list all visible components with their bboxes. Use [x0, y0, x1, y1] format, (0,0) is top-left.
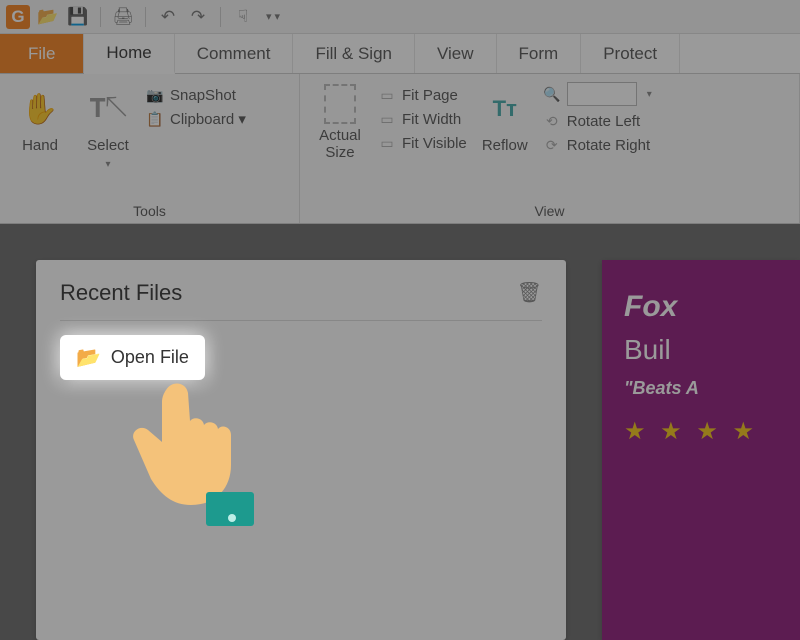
actual-size-label: Actual Size — [319, 128, 361, 161]
app-logo-icon[interactable]: G — [6, 5, 30, 29]
fit-width-icon: ▭ — [378, 110, 396, 128]
tab-comment[interactable]: Comment — [175, 34, 294, 73]
actual-size-button[interactable]: Actual Size — [310, 80, 370, 161]
zoom-dropdown[interactable]: 🔍▾ — [543, 82, 652, 106]
rotate-left-icon: ⟲ — [543, 112, 561, 130]
open-file-label: Open File — [111, 347, 189, 368]
ribbon-tabs: File Home Comment Fill & Sign View Form … — [0, 34, 800, 74]
ribbon: ✋ Hand 𝐓↖ Select▾ 📷 SnapShot 📋 Clipboard ▾… — [0, 74, 800, 224]
fit-page-button[interactable]: ▭ Fit Page — [378, 86, 467, 104]
tab-protect[interactable]: Protect — [581, 34, 680, 73]
camera-icon: 📷 — [146, 86, 164, 104]
recent-files-title: Recent Files — [60, 280, 542, 306]
snapshot-label: SnapShot — [170, 87, 236, 104]
reflow-button[interactable]: Tᴛ Reflow — [475, 80, 535, 155]
rotate-right-icon: ⟳ — [543, 136, 561, 154]
clear-recent-button[interactable]: 🗑 — [517, 280, 542, 305]
rotate-left-label: Rotate Left — [567, 113, 640, 130]
rotate-right-button[interactable]: ⟳ Rotate Right — [543, 136, 652, 154]
fit-page-icon: ▭ — [378, 86, 396, 104]
folder-open-icon: 📂 — [76, 345, 101, 370]
tab-view[interactable]: View — [415, 34, 497, 73]
promo-title: Fox — [624, 290, 778, 324]
promo-panel: Fox Buil "Beats A ★ ★ ★ ★ — [602, 260, 800, 640]
quick-access-toolbar: G 📂 💾 🖨 ↶ ↷ ☟ ▾ ▾ — [0, 0, 800, 34]
save-icon[interactable]: 💾 — [66, 5, 90, 29]
clipboard-icon: 📋 — [146, 110, 164, 128]
undo-icon[interactable]: ↶ — [156, 5, 180, 29]
tab-form[interactable]: Form — [497, 34, 582, 73]
page-icon — [324, 84, 356, 124]
rotate-right-label: Rotate Right — [567, 137, 650, 154]
snapshot-button[interactable]: 📷 SnapShot — [146, 86, 246, 104]
promo-quote: "Beats A — [624, 378, 778, 399]
clipboard-button[interactable]: 📋 Clipboard ▾ — [146, 110, 246, 128]
fit-width-label: Fit Width — [402, 111, 461, 128]
select-button[interactable]: 𝐓↖ Select▾ — [78, 80, 138, 171]
divider — [60, 320, 542, 321]
hand-button[interactable]: ✋ Hand — [10, 80, 70, 155]
group-label-view: View — [310, 199, 789, 221]
zoom-input[interactable] — [567, 82, 637, 106]
hand-tool-icon[interactable]: ☟ — [231, 5, 255, 29]
select-label: Select▾ — [87, 138, 129, 171]
fit-page-label: Fit Page — [402, 87, 458, 104]
tab-fill-sign[interactable]: Fill & Sign — [293, 34, 415, 73]
qat-dropdown-icon[interactable]: ▾ ▾ — [261, 5, 285, 29]
ribbon-group-tools: ✋ Hand 𝐓↖ Select▾ 📷 SnapShot 📋 Clipboard ▾… — [0, 74, 300, 223]
ribbon-group-view: Actual Size ▭ Fit Page ▭ Fit Width ▭ Fit Vi… — [300, 74, 800, 223]
separator — [145, 7, 146, 27]
rotate-left-button[interactable]: ⟲ Rotate Left — [543, 112, 652, 130]
hand-label: Hand — [22, 138, 58, 155]
tab-file[interactable]: File — [0, 34, 84, 73]
fit-visible-icon: ▭ — [378, 134, 396, 152]
select-icon: 𝐓↖ — [89, 84, 127, 134]
separator — [220, 7, 221, 27]
hand-icon: ✋ — [21, 84, 58, 134]
separator — [100, 7, 101, 27]
redo-icon[interactable]: ↷ — [186, 5, 210, 29]
zoom-icon: 🔍 — [543, 85, 561, 103]
fit-width-button[interactable]: ▭ Fit Width — [378, 110, 467, 128]
clipboard-label: Clipboard ▾ — [170, 110, 246, 128]
promo-stars: ★ ★ ★ ★ — [624, 417, 778, 446]
open-file-button[interactable]: 📂 Open File — [60, 335, 205, 380]
recent-files-panel: 🗑 Recent Files 📂 Open File — [36, 260, 566, 640]
reflow-icon: Tᴛ — [493, 84, 517, 134]
promo-subtitle: Buil — [624, 334, 778, 366]
group-label-tools: Tools — [10, 199, 289, 221]
fit-visible-button[interactable]: ▭ Fit Visible — [378, 134, 467, 152]
open-icon[interactable]: 📂 — [36, 5, 60, 29]
reflow-label: Reflow — [482, 138, 528, 155]
tab-home[interactable]: Home — [84, 34, 174, 74]
content-area: 🗑 Recent Files 📂 Open File Fox Buil "Bea… — [0, 224, 800, 640]
print-icon[interactable]: 🖨 — [111, 5, 135, 29]
fit-visible-label: Fit Visible — [402, 135, 467, 152]
trash-icon: 🗑 — [517, 282, 542, 304]
